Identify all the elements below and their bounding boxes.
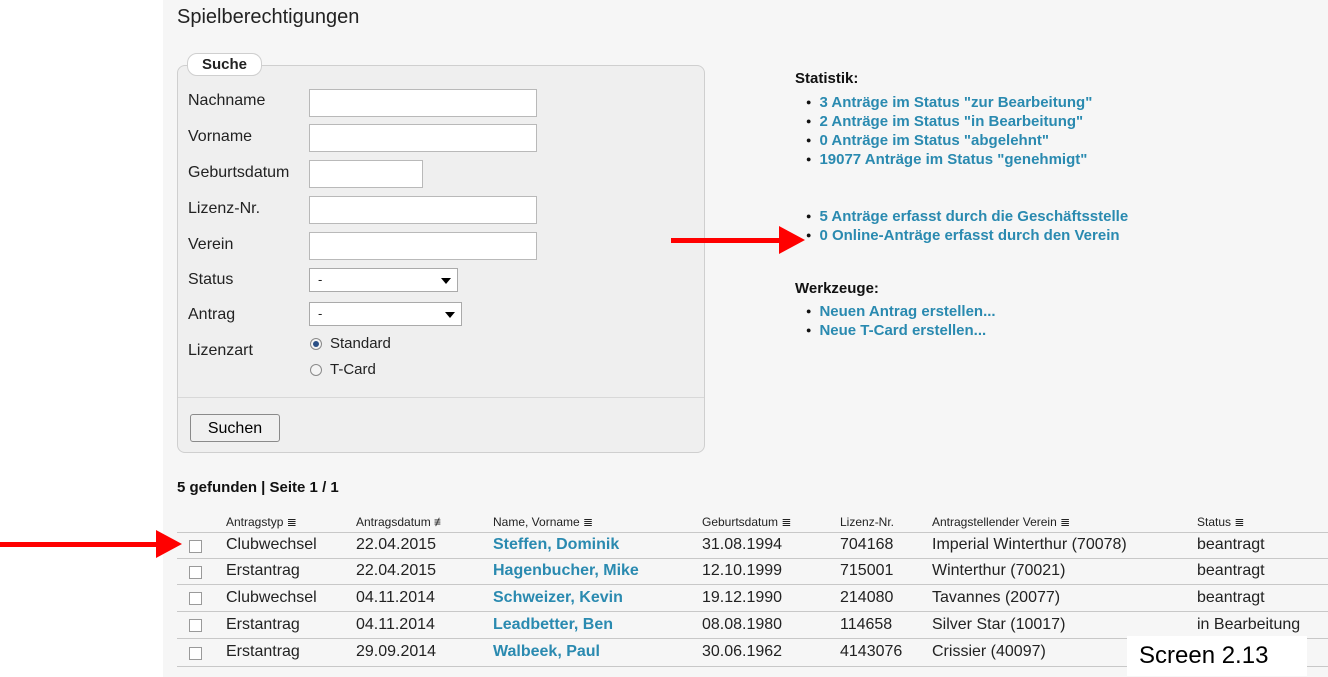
row-lizenz-nr: 4143076 xyxy=(840,643,903,660)
row-checkbox[interactable] xyxy=(189,566,202,579)
row-lizenz-nr: 704168 xyxy=(840,536,894,553)
row-antragstyp: Clubwechsel xyxy=(226,589,317,606)
antrag-label: Antrag xyxy=(188,306,236,323)
row-antragstyp: Erstantrag xyxy=(226,643,300,660)
row-name-link[interactable]: Hagenbucher, Mike xyxy=(493,562,639,580)
neuer-antrag-link[interactable]: Neuen Antrag erstellen... xyxy=(806,303,995,322)
row-antragstyp: Erstantrag xyxy=(226,562,300,579)
col-verein[interactable]: Antragstellender Verein ≣ xyxy=(932,515,1070,529)
werkzeuge-links: Neuen Antrag erstellen... Neue T-Card er… xyxy=(806,303,996,341)
lizenz-nr-input[interactable] xyxy=(309,196,537,224)
suchen-button[interactable]: Suchen xyxy=(190,414,280,442)
chevron-down-icon xyxy=(445,312,455,318)
status-select[interactable]: - xyxy=(309,268,458,292)
screen-label: Screen 2.13 xyxy=(1127,636,1307,676)
page-title: Spielberechtigungen xyxy=(177,6,360,28)
row-verein: Silver Star (10017) xyxy=(932,616,1066,633)
row-status: beantragt xyxy=(1197,536,1265,553)
neue-t-card-link[interactable]: Neue T-Card erstellen... xyxy=(806,322,996,341)
lizenzart-label: Lizenzart xyxy=(188,342,253,359)
statistik-links: 3 Anträge im Status "zur Bearbeitung" 2 … xyxy=(806,94,1092,170)
col-antragsdatum[interactable]: Antragsdatum ≢ xyxy=(356,515,446,529)
stat-link-zur-bearbeitung[interactable]: 3 Anträge im Status "zur Bearbeitung" xyxy=(806,94,1092,113)
stat-link-geschaeftsstelle[interactable]: 5 Anträge erfasst durch die Geschäftsste… xyxy=(806,208,1128,227)
row-verein: Crissier (40097) xyxy=(932,643,1046,660)
row-name-link[interactable]: Leadbetter, Ben xyxy=(493,616,613,634)
row-status: beantragt xyxy=(1197,589,1265,606)
row-name-link[interactable]: Steffen, Dominik xyxy=(493,536,619,554)
radio-standard[interactable] xyxy=(310,338,322,350)
row-geburtsdatum: 12.10.1999 xyxy=(702,562,783,579)
chevron-down-icon xyxy=(441,278,451,284)
antrag-select-value: - xyxy=(318,306,323,321)
col-geburtsdatum[interactable]: Geburtsdatum ≣ xyxy=(702,515,791,529)
form-divider xyxy=(178,397,704,398)
geburtsdatum-input[interactable] xyxy=(309,160,423,188)
nachname-input[interactable] xyxy=(309,89,537,117)
vorname-input[interactable] xyxy=(309,124,537,152)
werkzeuge-heading: Werkzeuge: xyxy=(795,280,879,297)
row-lizenz-nr: 114658 xyxy=(840,616,893,633)
row-lizenz-nr: 214080 xyxy=(840,589,894,606)
row-geburtsdatum: 19.12.1990 xyxy=(702,589,783,606)
geburtsdatum-label: Geburtsdatum xyxy=(188,164,290,181)
row-divider xyxy=(177,584,1328,585)
col-lizenz-nr: Lizenz-Nr. xyxy=(840,515,895,529)
results-summary: 5 gefunden | Seite 1 / 1 xyxy=(177,479,339,496)
stat-link-genehmigt[interactable]: 19077 Anträge im Status "genehmigt" xyxy=(806,151,1092,170)
col-antragstyp[interactable]: Antragstyp ≣ xyxy=(226,515,297,529)
row-antragsdatum: 29.09.2014 xyxy=(356,643,437,660)
status-select-value: - xyxy=(318,272,323,287)
vorname-label: Vorname xyxy=(188,128,253,145)
arrow-right-icon xyxy=(156,530,182,558)
row-antragsdatum: 04.11.2014 xyxy=(356,589,435,606)
row-name-link[interactable]: Schweizer, Kevin xyxy=(493,589,623,607)
row-verein: Tavannes (20077) xyxy=(932,589,1061,606)
row-antragstyp: Clubwechsel xyxy=(226,536,317,553)
antrag-select[interactable]: - xyxy=(309,302,462,326)
verein-label: Verein xyxy=(188,236,234,253)
row-name-link[interactable]: Walbeek, Paul xyxy=(493,643,600,661)
row-status: in Bearbeitung xyxy=(1197,616,1301,633)
annotation-arrow-stat xyxy=(671,238,781,243)
row-geburtsdatum: 31.08.1994 xyxy=(702,536,783,553)
row-verein: Winterthur (70021) xyxy=(932,562,1066,579)
annotation-arrow-row xyxy=(0,542,158,547)
stat-link-online-verein[interactable]: 0 Online-Anträge erfasst durch den Verei… xyxy=(806,227,1128,246)
radio-standard-label: Standard xyxy=(330,335,391,352)
status-label: Status xyxy=(188,271,234,288)
radio-t-card-label: T-Card xyxy=(330,361,376,378)
row-antragsdatum: 04.11.2014 xyxy=(356,616,435,633)
row-divider xyxy=(177,558,1328,559)
row-lizenz-nr: 715001 xyxy=(840,562,894,579)
row-divider xyxy=(177,611,1328,612)
search-legend: Suche xyxy=(187,53,263,76)
row-antragsdatum: 22.04.2015 xyxy=(356,562,437,579)
header-divider xyxy=(177,532,1328,533)
col-name[interactable]: Name, Vorname ≣ xyxy=(493,515,593,529)
row-status: beantragt xyxy=(1197,562,1265,579)
row-antragstyp: Erstantrag xyxy=(226,616,300,633)
stat-link-in-bearbeitung[interactable]: 2 Anträge im Status "in Bearbeitung" xyxy=(806,113,1092,132)
row-checkbox[interactable] xyxy=(189,647,202,660)
col-status[interactable]: Status ≣ xyxy=(1197,515,1244,529)
row-checkbox[interactable] xyxy=(189,540,202,553)
stat-link-abgelehnt[interactable]: 0 Anträge im Status "abgelehnt" xyxy=(806,132,1092,151)
row-checkbox[interactable] xyxy=(189,619,202,632)
row-checkbox[interactable] xyxy=(189,592,202,605)
row-geburtsdatum: 08.08.1980 xyxy=(702,616,783,633)
nachname-label: Nachname xyxy=(188,92,266,109)
row-verein: Imperial Winterthur (70078) xyxy=(932,536,1127,553)
radio-t-card[interactable] xyxy=(310,364,322,376)
row-antragsdatum: 22.04.2015 xyxy=(356,536,437,553)
arrow-right-icon xyxy=(779,226,805,254)
statistik-heading: Statistik: xyxy=(795,70,859,87)
verein-input[interactable] xyxy=(309,232,537,260)
lizenz-nr-label: Lizenz-Nr. xyxy=(188,200,261,217)
statistik-links-2: 5 Anträge erfasst durch die Geschäftsste… xyxy=(806,208,1128,246)
row-geburtsdatum: 30.06.1962 xyxy=(702,643,783,660)
